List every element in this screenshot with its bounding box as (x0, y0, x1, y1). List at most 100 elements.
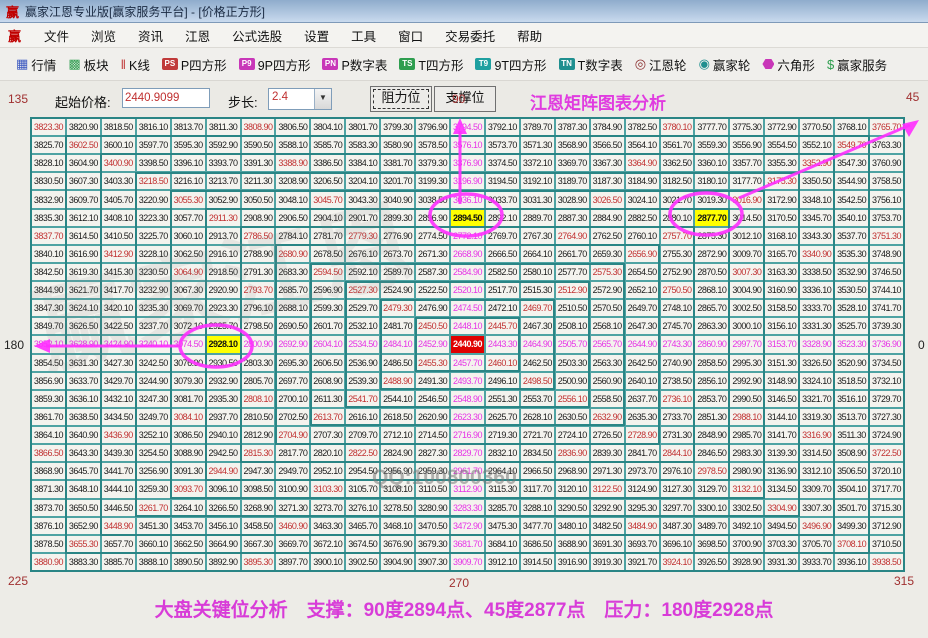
grid-cell: 3552.10 (800, 137, 833, 153)
toolbar-item[interactable]: T99T四方形 (475, 55, 546, 74)
grid-cell: 3506.50 (835, 463, 868, 479)
grid-cell: 3273.70 (311, 500, 344, 516)
grid-cell: 3384.10 (346, 155, 379, 171)
chevron-down-icon[interactable]: ▼ (314, 89, 331, 109)
grid-cell: 3715.30 (870, 500, 903, 516)
grid-cell: 2860.90 (695, 336, 728, 352)
grid-cell: 3693.70 (626, 536, 659, 552)
grid-cell: 3292.90 (591, 500, 624, 516)
grid-cell: 2613.70 (311, 409, 344, 425)
grid-cell: 2702.50 (276, 409, 309, 425)
grid-cell: 3583.30 (346, 137, 379, 153)
grid-cell: 2988.10 (730, 409, 763, 425)
grid-cell: 2880.10 (661, 210, 694, 226)
grid-cell: 2762.50 (591, 228, 624, 244)
grid-cell: 2700.10 (276, 391, 309, 407)
grid-cell: 3806.50 (276, 119, 309, 135)
grid-cell: 3528.10 (835, 300, 868, 316)
menu-item[interactable]: 窗口 (398, 26, 423, 45)
grid-cell: 2913.70 (207, 228, 240, 244)
start-price-input[interactable] (122, 88, 210, 108)
grid-cell: 3009.70 (730, 246, 763, 262)
grid-cell: 3324.10 (800, 373, 833, 389)
grid-cell: 3571.30 (521, 137, 554, 153)
grid-cell: 3391.30 (242, 155, 275, 171)
grid-cell: 3211.30 (242, 173, 275, 189)
step-combo[interactable]: 2.4 ▼ (268, 88, 332, 110)
grid-cell: 2827.30 (416, 445, 449, 461)
grid-cell: 3864.10 (32, 427, 65, 443)
grid-cell: 3794.50 (451, 119, 484, 135)
grid-cell: 3444.10 (102, 481, 135, 497)
grid-cell: 3720.10 (870, 463, 903, 479)
grid-cell: 2649.70 (626, 300, 659, 316)
grid-cell: 3372.10 (521, 155, 554, 171)
grid-cell: 3446.50 (102, 500, 135, 516)
menu-item[interactable]: 工具 (351, 26, 376, 45)
grid-cell: 2839.30 (591, 445, 624, 461)
grid-cell: 3048.10 (276, 191, 309, 207)
toolbar-item[interactable]: ▦行情 (16, 55, 56, 74)
grid-cell: 2628.10 (521, 409, 554, 425)
resistance-button[interactable]: 阻力位 (370, 86, 432, 112)
grid-cell: 3261.70 (137, 500, 170, 516)
grid-cell: 3748.90 (870, 246, 903, 262)
grid-cell: 3705.70 (800, 536, 833, 552)
grid-cell: 2952.10 (311, 463, 344, 479)
grid-cell: 3340.90 (800, 246, 833, 262)
grid-cell: 3376.90 (451, 155, 484, 171)
grid-cell: 3763.30 (870, 137, 903, 153)
grid-cell: 3429.70 (102, 373, 135, 389)
grid-cell: 3393.70 (207, 155, 240, 171)
grid-cell: 3487.30 (661, 518, 694, 534)
grid-cell: 3028.90 (556, 191, 589, 207)
grid-cell: 3434.50 (102, 409, 135, 425)
toolbar-item[interactable]: TST四方形 (399, 55, 463, 74)
grid-cell: 3415.30 (102, 264, 135, 280)
grid-cell: 3880.90 (32, 554, 65, 570)
grid-cell: 3672.10 (311, 536, 344, 552)
grid-cell: 2690.50 (276, 318, 309, 334)
grid-cell: 3592.90 (207, 137, 240, 153)
grid-cell: 3614.50 (67, 228, 100, 244)
toolbar-item[interactable]: ▩板块 (68, 55, 108, 74)
grid-cell: 3520.90 (835, 355, 868, 371)
grid-cell: 3278.50 (381, 500, 414, 516)
grid-cell: 3338.50 (800, 264, 833, 280)
grid-cell: 2947.30 (242, 463, 275, 479)
grid-cell: 3489.70 (695, 518, 728, 534)
toolbar-item[interactable]: TNT数字表 (559, 55, 623, 74)
toolbar-item[interactable]: $赢家服务 (827, 55, 887, 74)
menu-item[interactable]: 资讯 (138, 26, 163, 45)
toolbar-item[interactable]: ◉赢家轮 (699, 55, 751, 74)
toolbar-item[interactable]: 六角形 (762, 55, 815, 74)
grid-cell: 3760.90 (870, 155, 903, 171)
grid-cell: 3468.10 (381, 518, 414, 534)
grid-cell: 2472.10 (486, 300, 519, 316)
grid-cell: 2594.50 (311, 264, 344, 280)
menu-item[interactable]: 交易委托 (445, 26, 495, 45)
grid-cell: 2532.10 (346, 318, 379, 334)
toolbar-item[interactable]: PNP数字表 (322, 55, 387, 74)
grid-cell: 3280.90 (416, 500, 449, 516)
grid-cell: 3122.50 (591, 481, 624, 497)
menu-item[interactable]: 浏览 (91, 26, 116, 45)
grid-cell: 3408.10 (102, 210, 135, 226)
grid-cell: 3662.50 (172, 536, 205, 552)
menu-item[interactable]: 江恩 (185, 26, 210, 45)
toolbar-item[interactable]: PSP四方形 (162, 55, 227, 74)
grid-cell: 3364.90 (626, 155, 659, 171)
grid-cell: 3460.90 (276, 518, 309, 534)
menu-item[interactable]: 公式选股 (232, 26, 282, 45)
grid-cell: 2791.30 (242, 264, 275, 280)
angle-label-315: 315 (894, 574, 914, 588)
toolbar-item[interactable]: ◎江恩轮 (635, 55, 687, 74)
toolbar-item[interactable]: ‖K线 (121, 55, 150, 74)
toolbar-item[interactable]: P99P四方形 (239, 55, 311, 74)
menu-item[interactable]: 设置 (304, 26, 329, 45)
grid-cell: 2884.90 (591, 210, 624, 226)
menu-item[interactable]: 帮助 (517, 26, 542, 45)
menu-item[interactable]: 文件 (44, 26, 69, 45)
grid-cell: 3484.90 (626, 518, 659, 534)
grid-cell: 3638.50 (67, 409, 100, 425)
